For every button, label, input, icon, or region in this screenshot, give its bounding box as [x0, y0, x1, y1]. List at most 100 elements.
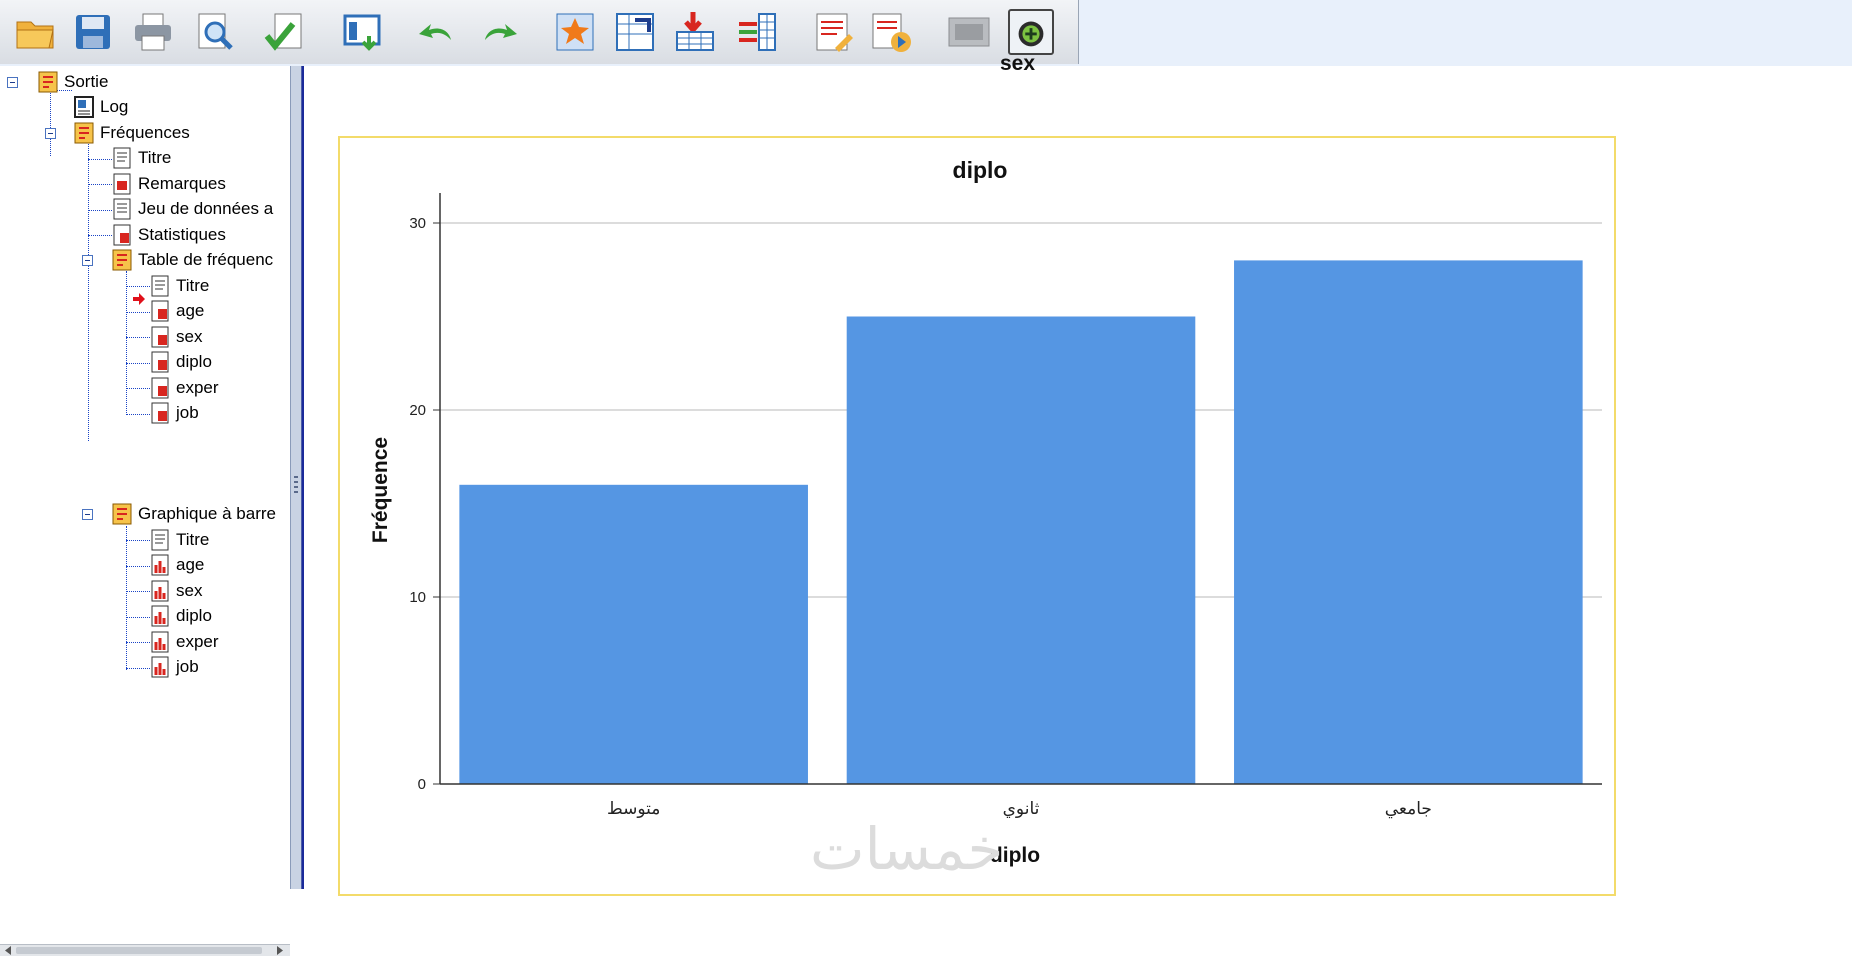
collapse-toggle-bar-chart[interactable] [82, 509, 93, 520]
save-icon[interactable] [70, 9, 116, 55]
tree-label: Titre [138, 148, 172, 167]
tree-label: exper [176, 378, 219, 397]
tree-item-chart-sex[interactable]: sex [148, 579, 202, 603]
title-page-icon [151, 529, 169, 551]
insert-cases-icon[interactable] [672, 9, 718, 55]
tree-item-table-frequences[interactable]: Table de fréquenc [110, 248, 273, 272]
disabled-pane-icon [946, 9, 992, 55]
tree-label: Graphique à barre [138, 504, 276, 523]
tree-item-chart-job[interactable]: job [148, 655, 199, 679]
table-icon [151, 377, 169, 399]
tree-line [126, 526, 127, 670]
designate-window-icon[interactable] [810, 9, 856, 55]
tree-label: Jeu de données a [138, 199, 274, 218]
tree-line [126, 286, 150, 287]
undo-icon[interactable] [414, 9, 460, 55]
y-tick-label: 0 [418, 776, 426, 793]
print-preview-icon[interactable] [192, 9, 238, 55]
collapse-toggle-table[interactable] [82, 255, 93, 266]
tree-label: sex [176, 581, 203, 600]
tree-item-chart-age[interactable]: age [148, 553, 204, 577]
tree-label: job [176, 403, 199, 422]
chart-icon [151, 554, 169, 576]
x-tick-label: متوسط [607, 799, 660, 819]
run-script-icon[interactable] [868, 9, 914, 55]
tree-label: exper [176, 632, 219, 651]
scroll-right-arrow-icon[interactable] [276, 946, 284, 955]
tree-item-remarques[interactable]: Remarques [110, 172, 226, 196]
tree-item-jeu-de-donnees[interactable]: Jeu de données a [110, 197, 273, 221]
open-icon[interactable] [12, 9, 58, 55]
y-tick-label: 20 [409, 402, 426, 419]
bar-chart-frame[interactable]: 0 10 20 30 متوسط ثانوي جامعي diplo diplo Fréquenc… [338, 136, 1616, 896]
chart-title: diplo [953, 157, 1008, 183]
tree-line [88, 184, 112, 185]
print-icon[interactable] [130, 9, 176, 55]
tree-label: age [176, 301, 205, 320]
page-icon [113, 198, 131, 220]
tree-item-chart-exper[interactable]: exper [148, 630, 219, 654]
scroll-left-arrow-icon[interactable] [4, 946, 12, 955]
tree-item-table-job[interactable]: job [148, 401, 199, 425]
export-icon[interactable] [262, 9, 308, 55]
toolbar-strip [0, 0, 1079, 64]
tree-line [126, 668, 150, 669]
notes-icon [113, 173, 131, 195]
goto-case-icon[interactable] [552, 9, 598, 55]
bar [846, 316, 1196, 784]
tree-item-table-diplo[interactable]: diplo [148, 350, 212, 374]
goto-variable-icon[interactable] [612, 9, 658, 55]
y-tick-label: 30 [409, 215, 426, 232]
tree-label: Fréquences [100, 123, 190, 142]
tree-item-chart-titre[interactable]: Titre [148, 528, 209, 552]
tree-item-table-sex[interactable]: sex [148, 325, 202, 349]
tree-line [126, 388, 150, 389]
tree-label: Sortie [64, 72, 109, 91]
collapse-toggle-sortie[interactable] [7, 77, 18, 88]
tree-item-bar-chart[interactable]: Graphique à barre [110, 502, 276, 526]
recall-dialog-icon[interactable] [340, 9, 386, 55]
tree-line [88, 159, 112, 160]
pane-splitter[interactable] [290, 66, 302, 889]
tree-line [126, 591, 150, 592]
tree-item-chart-diplo[interactable]: diplo [148, 604, 212, 628]
tree-item-log[interactable]: Log [72, 95, 128, 119]
tree-label: diplo [176, 352, 212, 371]
table-icon [151, 326, 169, 348]
x-tick-label: ثانوي [1003, 799, 1040, 819]
tree-item-sortie[interactable]: Sortie [36, 70, 108, 94]
tree-item-frequences[interactable]: Fréquences [72, 121, 190, 145]
add-item-icon[interactable] [1008, 9, 1054, 55]
x-tick-label: جامعي [1385, 799, 1432, 819]
tree-item-statistiques[interactable]: Statistiques [110, 223, 226, 247]
previous-chart-title: sex [1000, 52, 1036, 75]
tree-line [126, 642, 150, 643]
tree-item-table-titre[interactable]: Titre [148, 274, 209, 298]
tree-item-table-exper[interactable]: exper [148, 376, 219, 400]
y-axis-title: Fréquence [369, 437, 392, 543]
tree-item-table-age[interactable]: age [148, 299, 204, 323]
y-tick-label: 10 [409, 589, 426, 606]
outline-horizontal-scrollbar[interactable] [0, 944, 290, 956]
chart-icon [151, 631, 169, 653]
variables-icon[interactable] [734, 9, 780, 55]
table-icon [151, 300, 169, 322]
tree-item-titre[interactable]: Titre [110, 146, 171, 170]
bar [1234, 260, 1583, 784]
tree-label: Titre [176, 530, 210, 549]
output-book-icon [112, 503, 132, 525]
chart-icon [151, 605, 169, 627]
table-icon [113, 224, 131, 246]
title-page-icon [151, 275, 169, 297]
tree-line [88, 131, 89, 441]
tree-label: Titre [176, 276, 210, 295]
collapse-toggle-frequences[interactable] [45, 128, 56, 139]
tree-line [126, 566, 150, 567]
scrollbar-thumb[interactable] [16, 947, 262, 954]
tree-line [126, 363, 150, 364]
redo-icon[interactable] [476, 9, 522, 55]
splitter-grip[interactable] [294, 476, 298, 496]
tree-line [88, 210, 112, 211]
tree-label: Statistiques [138, 225, 226, 244]
chart-icon [151, 656, 169, 678]
